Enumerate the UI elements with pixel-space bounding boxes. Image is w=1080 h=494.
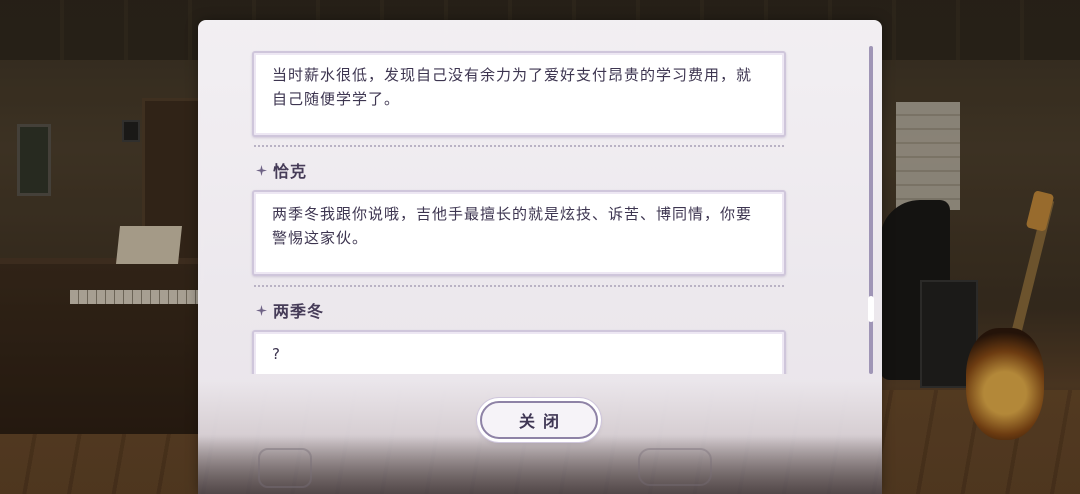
- close-button-label: 关闭: [518, 412, 567, 431]
- dialog-log-panel: 当时薪水很低，发现自己没有余力为了爱好支付昂贵的学习费用，就自己随便学学了。 恰…: [198, 20, 882, 494]
- dialog-entry-text: ?: [272, 345, 281, 363]
- dialog-entry: ?: [252, 330, 786, 374]
- close-button[interactable]: 关闭: [480, 401, 598, 439]
- speaker-label: 恰克: [256, 159, 307, 181]
- dialog-log-scroll-area[interactable]: 当时薪水很低，发现自己没有余力为了爱好支付昂贵的学习费用，就自己随便学学了。 恰…: [198, 20, 882, 374]
- speaker-label: 两季冬: [256, 299, 324, 321]
- scrollbar-track[interactable]: [869, 46, 873, 374]
- dialog-entry-text: 两季冬我跟你说哦，吉他手最擅长的就是炫技、诉苦、博同情，你要警惕这家伙。: [272, 205, 753, 247]
- speaker-name: 两季冬: [273, 302, 325, 321]
- panel-bottom-art: [198, 434, 882, 494]
- sparkle-icon: [256, 304, 267, 316]
- entry-divider: [254, 145, 784, 147]
- dialog-entry-text: 当时薪水很低，发现自己没有余力为了爱好支付昂贵的学习费用，就自己随便学学了。: [272, 66, 753, 108]
- decorative-ornament: [638, 448, 712, 486]
- scrollbar-thumb[interactable]: [868, 296, 874, 322]
- entry-divider: [254, 285, 784, 287]
- dialog-entry: 当时薪水很低，发现自己没有余力为了爱好支付昂贵的学习费用，就自己随便学学了。: [252, 51, 786, 137]
- decorative-ornament: [258, 448, 312, 488]
- speaker-name: 恰克: [273, 162, 308, 181]
- dialog-entry: 两季冬我跟你说哦，吉他手最擅长的就是炫技、诉苦、博同情，你要警惕这家伙。: [252, 190, 786, 276]
- sparkle-icon: [256, 164, 267, 176]
